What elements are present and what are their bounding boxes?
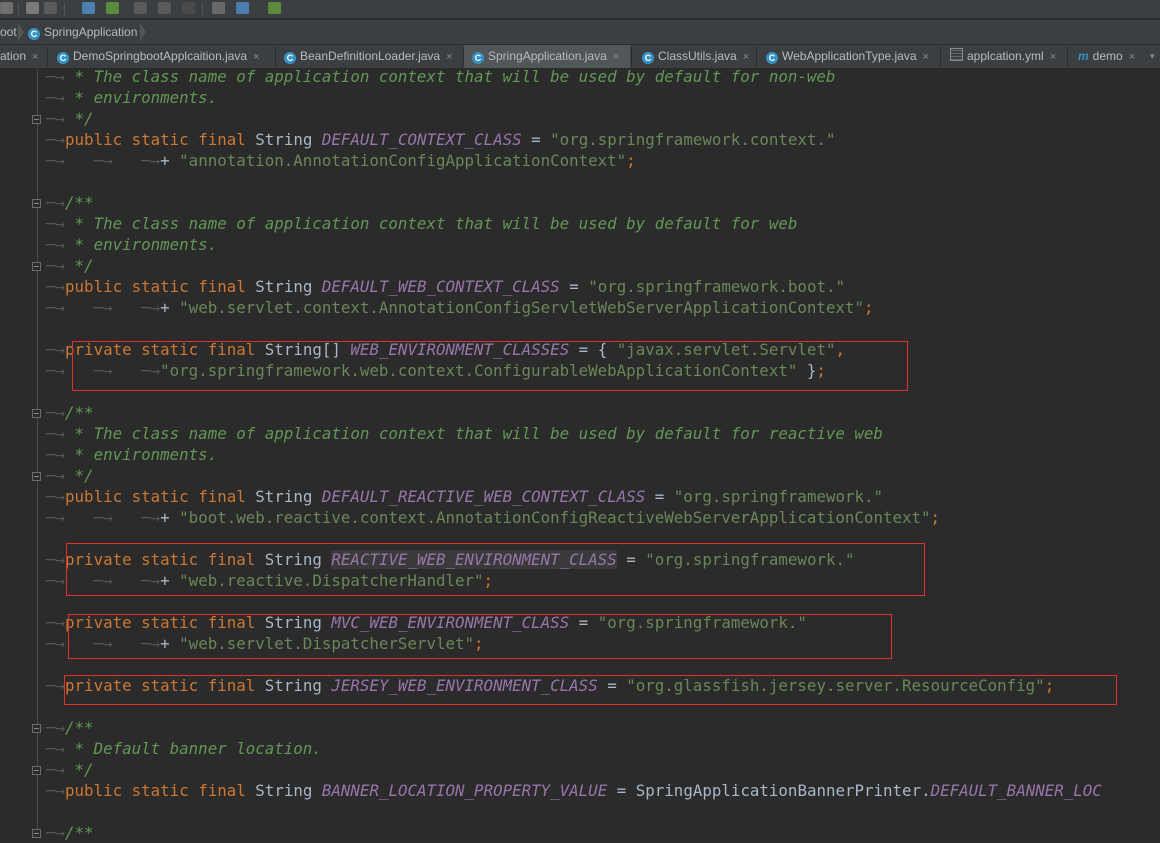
tab-separator <box>631 47 632 66</box>
toolbar <box>0 0 1160 18</box>
breadcrumb-label: SpringApplication <box>44 25 138 39</box>
tab-label: ClassUtils.java <box>658 49 737 63</box>
tab-label: WebApplicationType.java <box>782 49 917 63</box>
code-line: ─→ * Default banner location. <box>46 739 322 758</box>
highlight-box-reactive-web-environment <box>66 543 925 596</box>
code-line: ─→public static final String DEFAULT_WEB… <box>46 277 845 296</box>
toolbar-separator <box>64 3 65 15</box>
toolbar-icon-6[interactable] <box>134 2 147 14</box>
class-icon: C <box>766 52 778 64</box>
class-icon: C <box>57 52 69 64</box>
close-icon[interactable]: × <box>1129 51 1135 63</box>
tab-separator <box>1067 47 1068 66</box>
fold-icon[interactable] <box>32 766 41 775</box>
toolbar-icon-11[interactable] <box>268 2 281 14</box>
toolbar-icon-9[interactable] <box>212 2 225 14</box>
fold-icon[interactable] <box>32 199 41 208</box>
toolbar-icon-2[interactable] <box>26 2 39 14</box>
tab-label: BeanDefinitionLoader.java <box>300 49 441 63</box>
close-icon[interactable]: × <box>743 51 749 63</box>
close-icon[interactable]: × <box>923 51 929 63</box>
class-icon: C <box>284 52 296 64</box>
code-line: ─→/** <box>46 403 94 422</box>
tab-applcation-yml[interactable]: applcation.yml × <box>950 45 1056 68</box>
highlight-box-jersey-web-environment <box>64 675 1117 705</box>
tab-classutils[interactable]: C ClassUtils.java × <box>642 45 749 68</box>
breadcrumb-item-oot[interactable]: oot <box>0 25 17 39</box>
toolbar-icon-3[interactable] <box>44 2 57 14</box>
toolbar-icon-1[interactable] <box>0 2 13 14</box>
class-icon: C <box>642 52 654 64</box>
toolbar-icon-10[interactable] <box>236 2 249 14</box>
yml-file-icon <box>950 48 963 61</box>
revert-icon[interactable] <box>182 2 195 14</box>
tab-separator <box>275 47 276 66</box>
tab-overflow-dropdown[interactable]: ▾ <box>1150 45 1155 68</box>
code-line: ─→ ─→ ─→+ "boot.web.reactive.context.Ann… <box>46 508 941 527</box>
close-icon[interactable]: × <box>1050 51 1056 63</box>
class-icon: C <box>472 52 484 64</box>
toolbar-separator <box>202 3 203 15</box>
code-line: ─→ * The class name of application conte… <box>46 214 798 233</box>
tab-separator <box>940 47 941 66</box>
code-line: ─→public static final String BANNER_LOCA… <box>46 781 1102 800</box>
fold-icon[interactable] <box>32 115 41 124</box>
highlight-box-mvc-web-environment <box>68 614 892 659</box>
breadcrumb-separator-icon <box>18 23 24 41</box>
code-line: ─→/** <box>46 718 94 737</box>
tab-demo[interactable]: m demo × <box>1078 45 1135 68</box>
code-line: ─→/** <box>46 193 94 212</box>
close-icon[interactable]: × <box>253 51 259 63</box>
code-line: ─→ ─→ ─→+ "web.servlet.context.Annotatio… <box>46 298 874 317</box>
fold-icon[interactable] <box>32 724 41 733</box>
vcs-update-icon[interactable] <box>82 2 95 14</box>
code-line: ─→ */ <box>46 760 94 779</box>
tab-separator <box>756 47 757 66</box>
code-line: ─→ * environments. <box>46 235 218 254</box>
breadcrumb-separator-icon <box>140 23 146 41</box>
close-icon[interactable]: × <box>446 51 452 63</box>
close-icon[interactable]: × <box>32 51 38 63</box>
fold-icon[interactable] <box>32 472 41 481</box>
breadcrumb-item-springapplication[interactable]: C SpringApplication <box>28 25 137 40</box>
gutter-divider <box>37 69 38 837</box>
code-line: ─→ */ <box>46 466 94 485</box>
code-line: ─→ * environments. <box>46 445 218 464</box>
code-line: ─→public static final String DEFAULT_REA… <box>46 487 884 506</box>
tab-application-partial[interactable]: ation × <box>0 45 46 68</box>
code-line: ─→ */ <box>46 109 94 128</box>
tab-demospringbootapplcaition[interactable]: C DemoSpringbootApplcaition.java × <box>57 45 260 68</box>
fold-icon[interactable] <box>32 262 41 271</box>
toolbar-separator <box>18 3 19 15</box>
tab-beandefinitionloader[interactable]: C BeanDefinitionLoader.java × <box>284 45 453 68</box>
code-line: ─→ ─→ ─→+ "annotation.AnnotationConfigAp… <box>46 151 636 170</box>
tab-springapplication[interactable]: C SpringApplication.java × <box>464 45 630 68</box>
breadcrumb: oot C SpringApplication <box>0 20 1160 44</box>
tab-webapplicationtype[interactable]: C WebApplicationType.java × <box>766 45 929 68</box>
code-line: ─→/** <box>46 823 94 842</box>
tab-label: demo <box>1092 49 1123 63</box>
tab-label: DemoSpringbootApplcaition.java <box>73 49 248 63</box>
code-line: ─→public static final String DEFAULT_CON… <box>46 130 836 149</box>
toolbar-icon-7[interactable] <box>158 2 171 14</box>
tab-label: ation <box>0 49 27 63</box>
highlight-box-web-environment-classes <box>72 341 908 391</box>
tab-label: SpringApplication.java <box>488 49 607 63</box>
tab-separator <box>47 47 48 66</box>
maven-icon: m <box>1078 49 1089 63</box>
vcs-commit-icon[interactable] <box>106 2 119 14</box>
code-line: ─→ * The class name of application conte… <box>46 67 836 86</box>
close-icon[interactable]: × <box>613 51 619 63</box>
code-line: ─→ * environments. <box>46 88 218 107</box>
code-line: ─→ * The class name of application conte… <box>46 424 883 443</box>
fold-icon[interactable] <box>32 409 41 418</box>
tab-label: applcation.yml <box>967 49 1044 63</box>
class-icon: C <box>28 28 40 40</box>
code-line: ─→ */ <box>46 256 94 275</box>
